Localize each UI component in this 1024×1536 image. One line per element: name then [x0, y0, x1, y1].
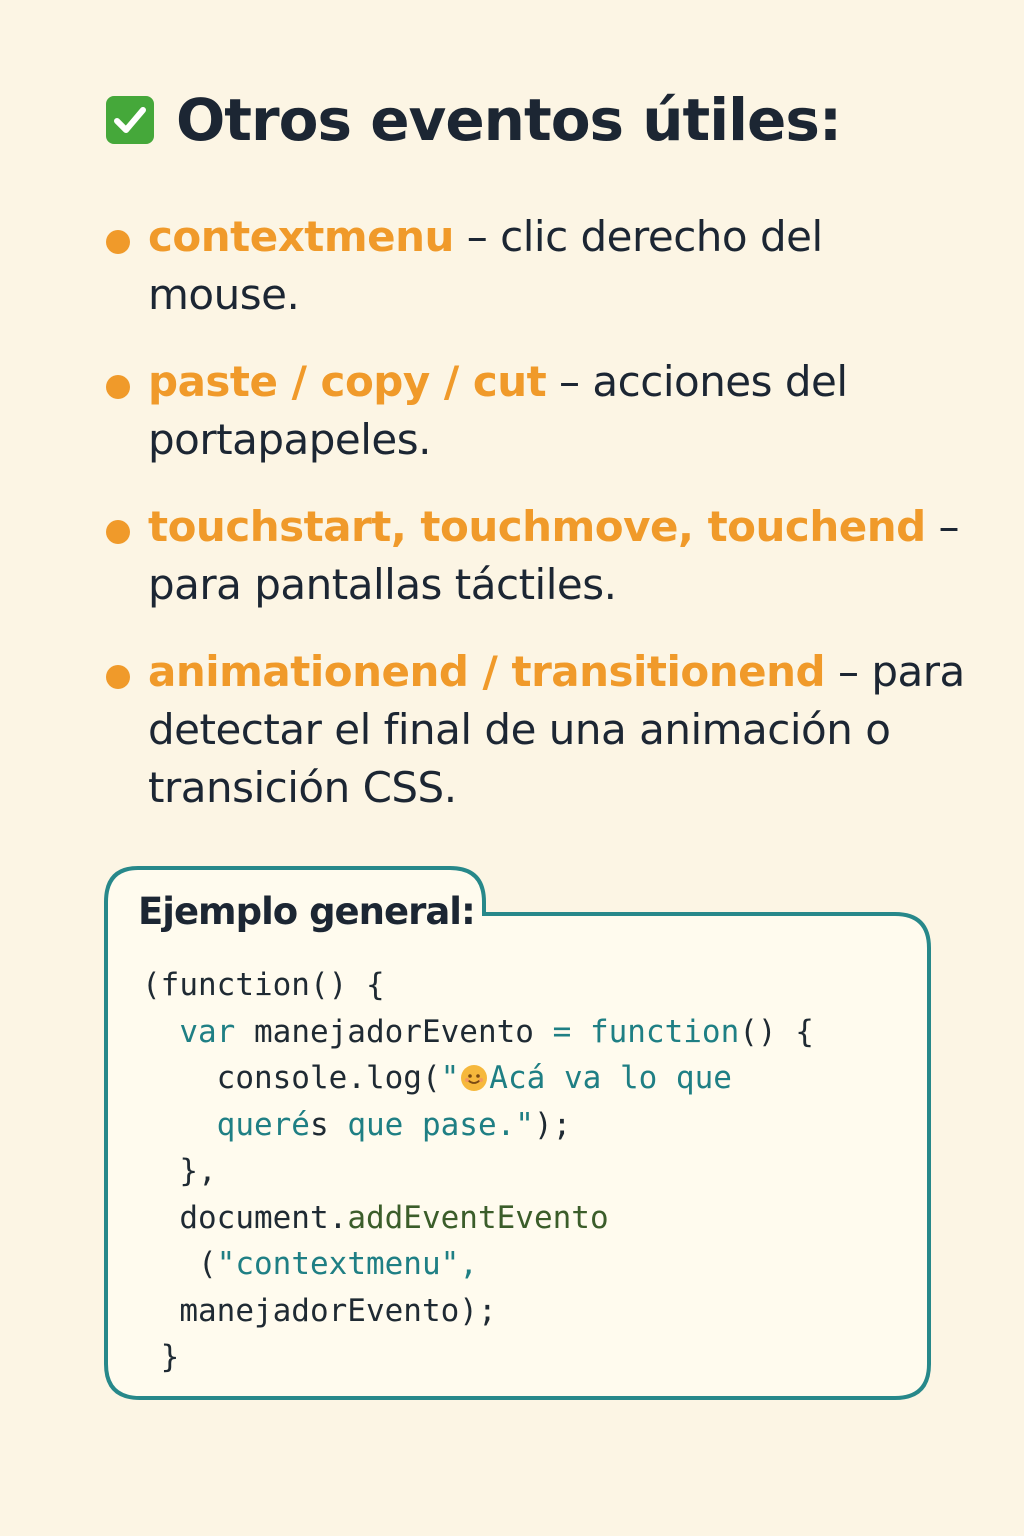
event-name: paste / copy / cut [148, 357, 547, 406]
code-handler: manejadorEvento); [179, 1292, 497, 1329]
example-card: Ejemplo general: (function() { var manej… [104, 866, 931, 1400]
event-item-clipboard: paste / copy / cut – acciones del portap… [104, 353, 974, 469]
bullet-icon [106, 520, 130, 544]
code-add-event: addEventEvento [347, 1199, 609, 1236]
code-string-letter: s [309, 1106, 329, 1143]
bullet-icon [106, 375, 130, 399]
code-document: document. [179, 1199, 348, 1236]
page-title: Otros eventos útiles: [106, 86, 842, 154]
example-title: Ejemplo general: [138, 890, 476, 933]
event-name: animationend / transitionend [148, 647, 826, 696]
code-open-paren: ( [198, 1246, 217, 1282]
event-item-contextmenu: contextmenu – clic derecho del mouse. [104, 208, 974, 324]
title-text: Otros eventos útiles: [176, 86, 842, 154]
code-closing-brace: } [160, 1339, 180, 1375]
event-name: contextmenu [148, 212, 454, 261]
events-list: contextmenu – clic derecho del mouse. pa… [104, 208, 974, 846]
code-var-keyword: var [179, 1013, 236, 1050]
code-string-text: Acá va lo que [489, 1060, 732, 1096]
smiling-face-icon [461, 1065, 488, 1091]
code-string-end: que pase." [328, 1106, 534, 1143]
code-function-keyword: function [571, 1013, 740, 1050]
code-equals: = [552, 1013, 572, 1050]
code-var-name: manejadorEvento [235, 1013, 553, 1050]
event-name: touchstart, touchmove, touchend [148, 502, 926, 551]
code-function-tail: () { [739, 1013, 814, 1050]
code-block: (function() { var manejadorEvento = func… [142, 962, 814, 1381]
code-string-quote: " [440, 1060, 460, 1096]
code-close-function: }, [179, 1153, 217, 1189]
code-line-1: (function() { [142, 967, 385, 1003]
check-mark-icon [106, 96, 154, 144]
code-string-continued: queré [216, 1106, 310, 1143]
code-console-log: console.log( [216, 1060, 441, 1096]
event-item-touch: touchstart, touchmove, touchend – para p… [104, 498, 974, 614]
code-close-call: ); [533, 1106, 572, 1143]
event-item-animation: animationend / transitionend – para dete… [104, 643, 974, 817]
code-function-open: (function() { [142, 967, 385, 1003]
bullet-icon [106, 665, 130, 689]
code-event-string: "contextmenu", [216, 1246, 478, 1282]
bullet-icon [106, 230, 130, 254]
